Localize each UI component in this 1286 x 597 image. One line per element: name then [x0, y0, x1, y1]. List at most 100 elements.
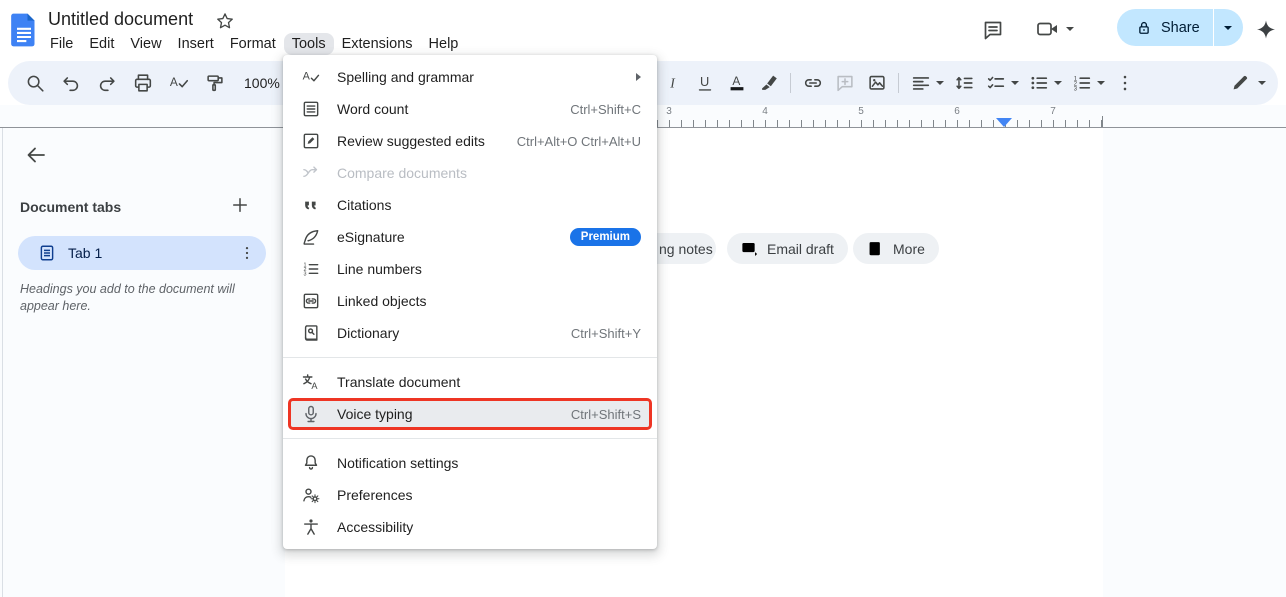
document-tabs-title: Document tabs [20, 199, 122, 215]
search-menus-icon[interactable] [22, 71, 47, 96]
share-caret-icon[interactable] [1214, 25, 1243, 30]
redo-icon[interactable] [94, 71, 119, 96]
align-control[interactable] [908, 71, 944, 96]
numbered-list-caret-icon[interactable] [1097, 81, 1105, 85]
ruler-number: 7 [1050, 106, 1056, 117]
align-caret-icon[interactable] [936, 81, 944, 85]
highlight-color-icon[interactable] [756, 71, 781, 96]
checklist-control[interactable] [983, 71, 1019, 96]
menu-view[interactable]: View [122, 33, 169, 55]
ruler-number: 6 [954, 106, 960, 117]
microphone-icon [301, 404, 321, 424]
submenu-arrow-icon [636, 73, 641, 81]
align-left-icon[interactable] [908, 71, 933, 96]
menu-item-notification-settings[interactable]: Notification settings [283, 447, 657, 479]
editing-mode-pen-icon[interactable] [1227, 71, 1252, 96]
editing-mode-caret-icon[interactable] [1258, 81, 1266, 85]
toolbar-separator [790, 73, 791, 93]
insert-image-icon[interactable] [864, 71, 889, 96]
right-indent-marker[interactable] [996, 118, 1012, 127]
bulleted-list-caret-icon[interactable] [1054, 81, 1062, 85]
checklist-caret-icon[interactable] [1011, 81, 1019, 85]
ruler-margin-tick [1102, 116, 1103, 127]
ruler-number: 4 [762, 106, 768, 117]
star-icon[interactable] [215, 11, 235, 31]
bulleted-list-control[interactable] [1026, 71, 1062, 96]
numbered-list-control[interactable]: 123 [1069, 71, 1105, 96]
gemini-sparkle-icon[interactable] [1254, 18, 1278, 42]
text-color-icon[interactable]: A [724, 71, 749, 96]
menu-item-linked-objects[interactable]: Linked objects [283, 285, 657, 317]
menu-item-review-suggested-edits[interactable]: Review suggested edits Ctrl+Alt+O Ctrl+A… [283, 125, 657, 157]
svg-text:U: U [699, 74, 708, 89]
tab-1-item[interactable]: Tab 1 [18, 236, 266, 270]
comment-history-icon[interactable] [980, 17, 1006, 43]
line-numbers-icon: 123 [301, 259, 321, 279]
google-docs-app: Untitled document File Edit View Insert … [0, 0, 1286, 597]
menu-item-label: Review suggested edits [337, 133, 485, 149]
editing-mode-control[interactable] [1227, 71, 1266, 96]
menu-item-line-numbers[interactable]: 123 Line numbers [283, 253, 657, 285]
menu-insert[interactable]: Insert [170, 33, 222, 55]
more-options-icon[interactable] [1112, 71, 1137, 96]
menu-item-shortcut: Ctrl+Shift+C [570, 101, 641, 117]
undo-icon[interactable] [58, 71, 83, 96]
accessibility-icon [301, 517, 321, 537]
menu-item-accessibility[interactable]: Accessibility [283, 511, 657, 543]
menu-item-shortcut: Ctrl+Alt+O Ctrl+Alt+U [516, 133, 641, 149]
checklist-icon[interactable] [983, 71, 1008, 96]
bulleted-list-icon[interactable] [1026, 71, 1051, 96]
print-icon[interactable] [130, 71, 155, 96]
menu-item-label: Citations [337, 197, 392, 213]
document-title[interactable]: Untitled document [48, 9, 193, 30]
menu-item-citations[interactable]: Citations [283, 189, 657, 221]
share-button[interactable]: Share [1117, 9, 1243, 46]
paint-format-icon[interactable] [202, 71, 227, 96]
menu-item-label: Dictionary [337, 325, 400, 341]
email-draft-chip[interactable]: Email draft [727, 233, 848, 264]
menu-edit[interactable]: Edit [81, 33, 122, 55]
svg-text:I: I [669, 76, 676, 91]
docs-logo-icon[interactable] [10, 12, 38, 48]
underline-icon[interactable]: U [692, 71, 717, 96]
menu-help[interactable]: Help [421, 33, 467, 55]
add-tab-icon[interactable] [228, 193, 252, 217]
menu-item-spelling-and-grammar[interactable]: A Spelling and grammar [283, 61, 657, 93]
line-spacing-icon[interactable] [951, 71, 976, 96]
email-icon [740, 239, 759, 258]
italic-icon[interactable]: I [660, 71, 685, 96]
menu-item-word-count[interactable]: Word count Ctrl+Shift+C [283, 93, 657, 125]
menu-item-preferences[interactable]: Preferences [283, 479, 657, 511]
left-edge-line [2, 128, 3, 597]
menu-file[interactable]: File [42, 33, 81, 55]
svg-text:3: 3 [1073, 86, 1077, 92]
menu-format[interactable]: Format [222, 33, 284, 55]
menu-item-dictionary[interactable]: Dictionary Ctrl+Shift+Y [283, 317, 657, 349]
numbered-list-icon[interactable]: 123 [1069, 71, 1094, 96]
menu-item-label: Accessibility [337, 519, 414, 535]
menubar: File Edit View Insert Format Tools Exten… [42, 31, 466, 56]
menu-tools[interactable]: Tools [283, 32, 334, 55]
close-outline-back-icon[interactable] [24, 143, 48, 167]
menu-item-shortcut: Ctrl+Shift+S [570, 406, 641, 422]
toolbar-right-group: I U A 1 2 3 [660, 61, 1266, 105]
tab-options-kebab-icon[interactable] [238, 244, 256, 262]
more-chip[interactable]: More [853, 233, 939, 264]
menu-item-voice-typing[interactable]: Voice typing Ctrl+Shift+S [288, 398, 652, 430]
video-call-caret-icon[interactable] [1066, 27, 1074, 31]
add-comment-icon[interactable] [832, 71, 857, 96]
preferences-icon [301, 485, 321, 505]
menu-extensions[interactable]: Extensions [334, 33, 421, 55]
menu-item-esignature[interactable]: eSignature Premium [283, 221, 657, 253]
menu-item-compare-documents: Compare documents [283, 157, 657, 189]
premium-badge: Premium [569, 228, 641, 246]
menu-item-label: Compare documents [337, 165, 467, 181]
menu-item-translate-document[interactable]: A Translate document [283, 366, 657, 398]
ruler-number: 3 [666, 106, 672, 117]
insert-link-icon[interactable] [800, 71, 825, 96]
ruler-number: 5 [858, 106, 864, 117]
spellcheck-icon[interactable]: A [166, 71, 191, 96]
meeting-notes-chip[interactable]: ng notes [657, 233, 716, 264]
video-call-button[interactable] [1035, 17, 1074, 41]
menu-item-label: Preferences [337, 487, 413, 503]
